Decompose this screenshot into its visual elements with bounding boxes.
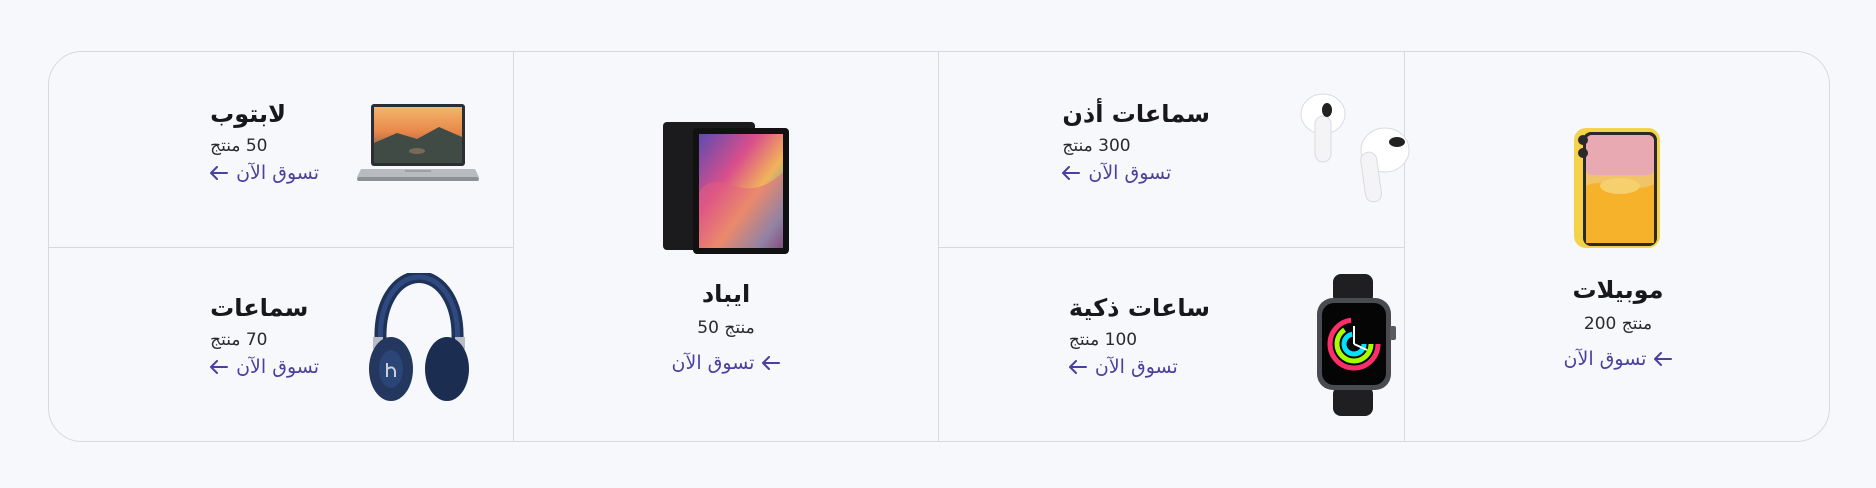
arrow-left-icon [210,360,229,374]
product-count: 100 منتج [1068,330,1138,350]
product-count: 50 منتج [210,136,268,156]
shop-now-label: تسوق الآن [1088,162,1172,184]
smartwatch-image [1313,274,1397,416]
arrow-left-icon [1062,166,1081,180]
shop-now-label: تسوق الآن [1094,356,1178,378]
arrow-left-icon [1068,360,1087,374]
category-title: ايباد [701,280,751,308]
shop-now-link[interactable]: تسوق الآن [1062,162,1171,184]
arrow-left-icon [1654,352,1673,366]
category-card-smartwatch[interactable]: ساعات ذكية 100 منتج تسوق الآن [939,248,1404,441]
product-count: 200 منتج [1583,314,1653,334]
tablet-image [661,122,791,254]
category-card-mobiles[interactable]: موبيلات 200 منتج تسوق الآن [1405,52,1829,441]
category-title: موبيلات [1572,276,1664,304]
arrow-left-icon [210,166,229,180]
category-title: سماعات أذن [1062,100,1210,128]
shop-now-link[interactable]: تسوق الآن [210,162,319,184]
shop-now-label: تسوق الآن [1563,348,1647,370]
earbuds-image [1299,90,1411,208]
category-card-earphones[interactable]: سماعات أذن 300 منتج تسوق الآن [939,52,1410,247]
arrow-left-icon [762,356,781,370]
product-count: 70 منتج [210,330,268,350]
shop-now-link[interactable]: تسوق الآن [1564,348,1673,370]
product-count: 50 منتج [697,318,755,338]
shop-now-label: تسوق الآن [236,162,319,184]
category-card-laptop[interactable]: لابتوب 50 منتج تسوق الآن [49,52,513,247]
laptop-image [357,103,479,185]
category-card-headphones[interactable]: سماعات 70 منتج تسوق الآن [49,248,513,441]
shop-now-label: تسوق الآن [671,352,755,374]
category-grid: لابتوب 50 منتج تسوق الآن سماعات 70 منتج … [48,51,1830,442]
headphones-image [367,273,471,407]
shop-now-link[interactable]: تسوق الآن [672,352,781,374]
category-title: لابتوب [210,100,286,128]
shop-now-link[interactable]: تسوق الآن [210,356,319,378]
category-title: سماعات [210,294,309,322]
product-count: 300 منتج [1062,136,1131,156]
category-title: ساعات ذكية [1068,294,1210,322]
shop-now-label: تسوق الآن [236,356,319,378]
phone-image [1573,126,1663,250]
shop-now-link[interactable]: تسوق الآن [1068,356,1178,378]
category-card-ipad[interactable]: ايباد 50 منتج تسوق الآن [514,52,938,441]
